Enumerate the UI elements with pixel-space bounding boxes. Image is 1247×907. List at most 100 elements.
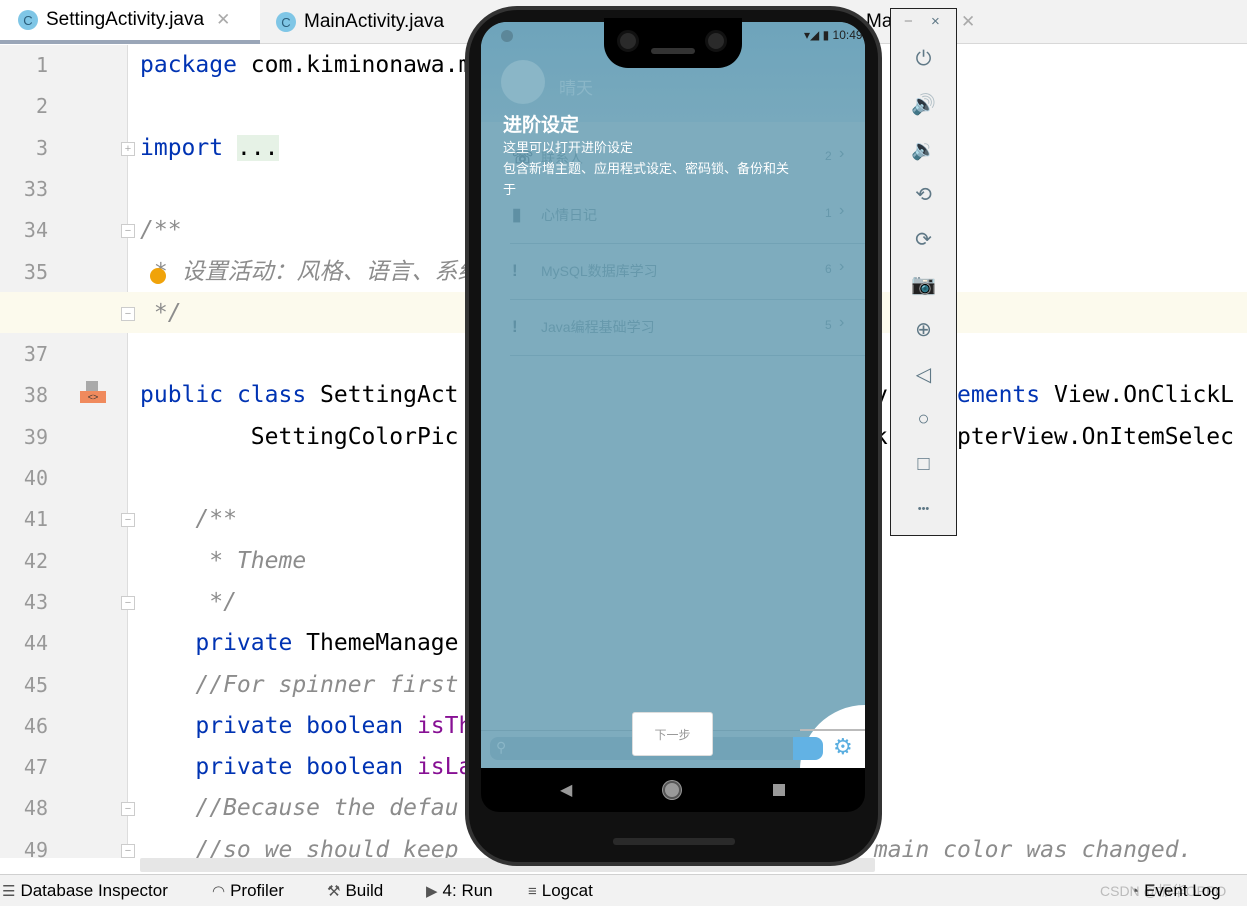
code-line: * 设置活动：风格、语言、系统 (140, 252, 481, 293)
tab-label: MainActivity.java (304, 11, 445, 32)
code-token: */ (140, 588, 237, 615)
label: 4: Run (442, 881, 493, 900)
event-log-button[interactable]: ◔ Event Log (1130, 875, 1221, 907)
fold-marker-icon[interactable]: − (121, 843, 135, 858)
code-token: //Because the defau (140, 795, 459, 822)
avatar[interactable] (501, 60, 545, 104)
phone-speaker (613, 838, 735, 845)
code-line: * Theme (140, 541, 306, 582)
back-icon[interactable]: ◀ (560, 780, 572, 800)
line-number: 44 (23, 631, 48, 656)
volume-down-icon[interactable]: 🔉 (891, 134, 956, 164)
notification-dot-icon (501, 30, 513, 42)
search-field-end (793, 737, 823, 760)
screenshot-icon[interactable]: 📷 (891, 269, 956, 299)
label: Event Log (1144, 881, 1221, 900)
home-icon[interactable] (663, 781, 681, 799)
line-number: 49 (23, 837, 48, 862)
fold-marker-icon[interactable]: − (121, 306, 135, 321)
minimize-button[interactable]: − (904, 13, 913, 30)
guide-desc-line: 于 (503, 182, 517, 197)
code-token: //For spinner first (140, 671, 459, 698)
code-token: * 设置活动：风格、语言、系统 (140, 258, 481, 285)
line-number: 3 (35, 135, 48, 160)
rotate-right-icon[interactable]: ⟳ (891, 224, 956, 254)
code-token: private boolean (140, 754, 404, 781)
fold-marker-icon[interactable]: − (121, 595, 135, 610)
line-number: 37 (23, 342, 48, 367)
guide-description: 这里可以打开进阶设定 包含新增主题、应用程式设定、密码锁、备份和关 于 (503, 137, 843, 200)
code-token: isTh (403, 712, 473, 739)
run-icon: ▶ (426, 883, 438, 900)
line-number: 46 (23, 713, 48, 738)
line-number: 1 (35, 53, 48, 77)
item-label: Java编程基础学习 (541, 319, 655, 335)
speaker (651, 48, 695, 54)
more-icon[interactable]: ••• (891, 494, 956, 524)
profiler-icon: ◠ (212, 883, 226, 900)
line-number: 35 (23, 259, 48, 284)
fold-marker-icon[interactable]: − (121, 513, 135, 528)
next-step-button[interactable]: 下一步 (632, 712, 713, 756)
line-number: 45 (23, 672, 48, 697)
zoom-icon[interactable]: ⊕ (891, 314, 956, 344)
database-inspector-button[interactable]: ☰ Database Inspector (2, 875, 168, 907)
code-line: */ (140, 582, 237, 623)
line-number: 2 (35, 94, 48, 119)
build-button[interactable]: ⚒ Build (327, 875, 383, 907)
volume-up-icon[interactable]: 🔊 (891, 89, 956, 119)
list-item[interactable]: ! Java编程基础学习 5 › (481, 299, 865, 355)
item-count: 6 (825, 262, 832, 276)
gear-icon[interactable]: ⚙ (833, 734, 853, 760)
line-number: 42 (23, 548, 48, 573)
code-token: com.kiminonawa.m (236, 52, 473, 78)
code-token: package (140, 52, 237, 78)
event-log-icon: ◔ (1130, 882, 1140, 900)
class-icon: C (18, 10, 38, 30)
line-number: 41 (23, 507, 48, 532)
label: Database Inspector (20, 881, 168, 900)
label: Logcat (541, 881, 593, 900)
home-icon[interactable]: ○ (891, 404, 956, 434)
item-count: 1 (825, 206, 832, 220)
tab-setting-activity[interactable]: C SettingActivity.java ✕ (0, 0, 260, 44)
code-token: lements (943, 382, 1041, 409)
fold-marker-icon[interactable]: − (121, 224, 135, 239)
logcat-icon: ≡ (528, 882, 537, 900)
close-button[interactable]: × (931, 13, 940, 30)
exclamation-icon: ! (512, 261, 518, 280)
run-button[interactable]: ▶ 4: Run (426, 875, 493, 907)
code-token: ... (236, 134, 279, 161)
logcat-button[interactable]: ≡ Logcat (528, 875, 593, 907)
code-token: */ (140, 299, 182, 326)
lightbulb-icon[interactable] (150, 268, 166, 284)
chevron-right-icon: › (839, 258, 845, 275)
fold-marker-icon[interactable]: − (121, 802, 135, 817)
code-token: class (236, 382, 307, 409)
line-number: 34 (23, 218, 48, 243)
tab-main-activity[interactable]: C MainActivity.java (276, 0, 444, 44)
fold-marker-icon[interactable]: + (121, 141, 135, 156)
emulator-toolbar: − × ⏻ 🔊 🔉 ⟲ ⟳ 📷 ⊕ ◁ ○ □ ••• (890, 8, 957, 536)
close-icon[interactable]: ✕ (961, 12, 975, 32)
code-token: private boolean (140, 712, 404, 739)
code-token: import (140, 134, 224, 161)
code-token: /** (140, 217, 182, 244)
code-line: private ThemeManage (140, 623, 458, 664)
phone-notch (604, 18, 742, 68)
list-item[interactable]: ! MySQL数据库学习 6 › (481, 243, 865, 299)
guide-desc-line: 这里可以打开进阶设定 (503, 140, 634, 155)
profiler-button[interactable]: ◠ Profiler (212, 875, 284, 907)
rotate-left-icon[interactable]: ⟲ (891, 179, 956, 209)
code-line: import ... (140, 128, 279, 169)
android-nav-bar: ◀ (481, 768, 865, 812)
back-icon[interactable]: ◁ (891, 359, 956, 389)
phone-screen[interactable]: 晴天 ▾◢ ▮ 10:49 ☏ 联系人 2 › ▮ 心情日记 1 › ! MySQL数据库学习… (481, 22, 865, 768)
overview-icon[interactable] (773, 784, 785, 796)
power-icon[interactable]: ⏻ (891, 44, 956, 74)
overview-icon[interactable]: □ (891, 449, 956, 479)
user-name: 晴天 (559, 79, 593, 98)
class-gutter-icon[interactable]: <> (80, 381, 106, 409)
camera-icon (705, 30, 727, 52)
close-icon[interactable]: ✕ (216, 10, 230, 30)
